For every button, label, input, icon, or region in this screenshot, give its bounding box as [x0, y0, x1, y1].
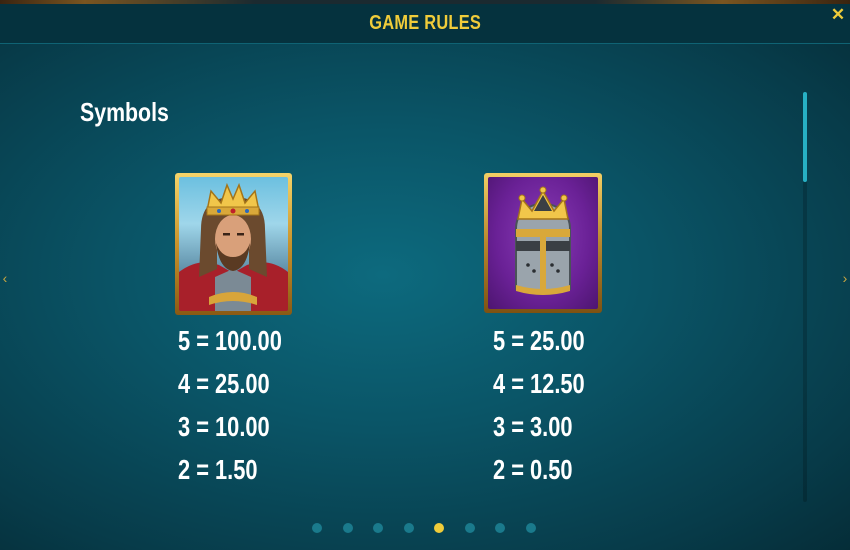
page-dot[interactable] [403, 523, 414, 533]
page-dot[interactable] [434, 523, 444, 533]
pagination [312, 523, 536, 535]
paytable-row: 3 = 3.00 [493, 411, 573, 442]
paytable-row: 3 = 10.00 [178, 411, 270, 442]
page-dot[interactable] [373, 523, 383, 533]
paytable-row: 2 = 1.50 [178, 454, 258, 485]
section-title: Symbols [80, 97, 169, 127]
king-paytable: 5 = 100.00 4 = 25.00 3 = 10.00 2 = 1.50 [178, 322, 282, 494]
page-title: GAME RULES [369, 12, 481, 34]
header-bar: GAME RULES ✕ [0, 4, 850, 44]
helmet-paytable: 5 = 25.00 4 = 12.50 3 = 3.00 2 = 0.50 [493, 322, 585, 494]
paytable-row: 4 = 12.50 [493, 368, 585, 399]
scrollbar[interactable] [803, 92, 807, 502]
page-dot[interactable] [525, 523, 536, 533]
paytable-row: 5 = 25.00 [493, 325, 585, 356]
paytable-row: 5 = 100.00 [178, 325, 282, 356]
page-dot[interactable] [495, 523, 505, 533]
paytable-row: 4 = 25.00 [178, 368, 270, 399]
close-icon[interactable]: ✕ [830, 6, 846, 24]
page-dot[interactable] [312, 523, 322, 533]
chevron-right-icon[interactable]: › [836, 266, 850, 290]
chevron-left-icon[interactable]: ‹ [0, 266, 14, 290]
paytable-row: 2 = 0.50 [493, 454, 573, 485]
page-dot[interactable] [464, 523, 475, 533]
crowned-helmet-icon [484, 173, 602, 313]
page-dot[interactable] [342, 523, 353, 533]
king-icon [175, 173, 292, 315]
scrollbar-thumb[interactable] [803, 92, 807, 182]
